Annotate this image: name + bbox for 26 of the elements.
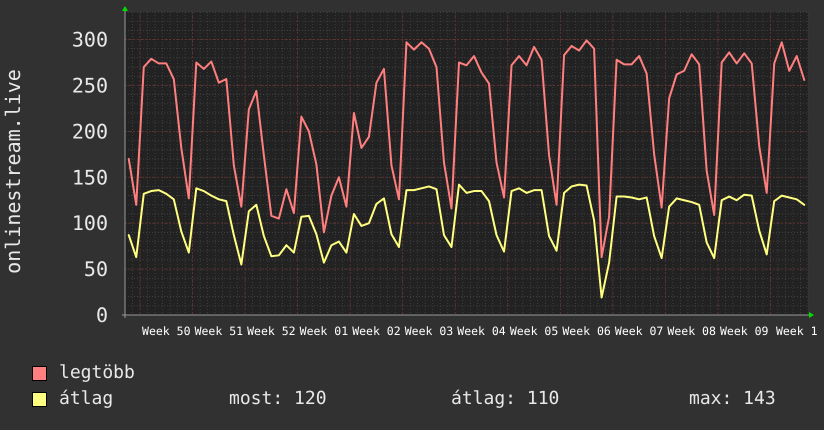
x-tick-label: Week 03 xyxy=(404,324,454,338)
x-tick-label: Week 09 xyxy=(720,324,768,338)
stat-value: most: 120 xyxy=(229,390,328,408)
x-tick-label: Week 01 xyxy=(300,324,348,338)
stat-value: max: 143 xyxy=(689,390,776,408)
y-tick-label: 100 xyxy=(72,211,108,236)
y-tick-label: 200 xyxy=(72,119,108,144)
legend-label: legtöbb xyxy=(59,364,136,382)
y-tick-label: 0 xyxy=(96,303,108,327)
y-axis-title: onlinestream.live xyxy=(1,69,25,274)
y-tick-label: 250 xyxy=(72,73,108,98)
y-tick-label: 300 xyxy=(72,28,108,52)
x-tick-label: Week 51 xyxy=(194,324,244,338)
stat-value: átlag: 110 xyxy=(451,390,560,408)
x-tick-label: Week 05 xyxy=(510,324,558,338)
x-tick-label: Week 02 xyxy=(352,324,401,338)
x-tick-label: Week 1 xyxy=(776,324,818,338)
x-tick-label: Week 06 xyxy=(562,324,611,338)
y-tick-label: 150 xyxy=(72,165,108,190)
x-tick-label: Week 08 xyxy=(667,324,716,338)
y-tick-label: 50 xyxy=(84,257,108,282)
legend-label: átlag xyxy=(59,390,114,408)
x-tick-label: Week 07 xyxy=(614,324,664,338)
x-tick-label: Week 52 xyxy=(247,324,296,338)
x-tick-label: Week 50 xyxy=(142,324,191,338)
x-tick-label: Week 04 xyxy=(457,324,506,338)
